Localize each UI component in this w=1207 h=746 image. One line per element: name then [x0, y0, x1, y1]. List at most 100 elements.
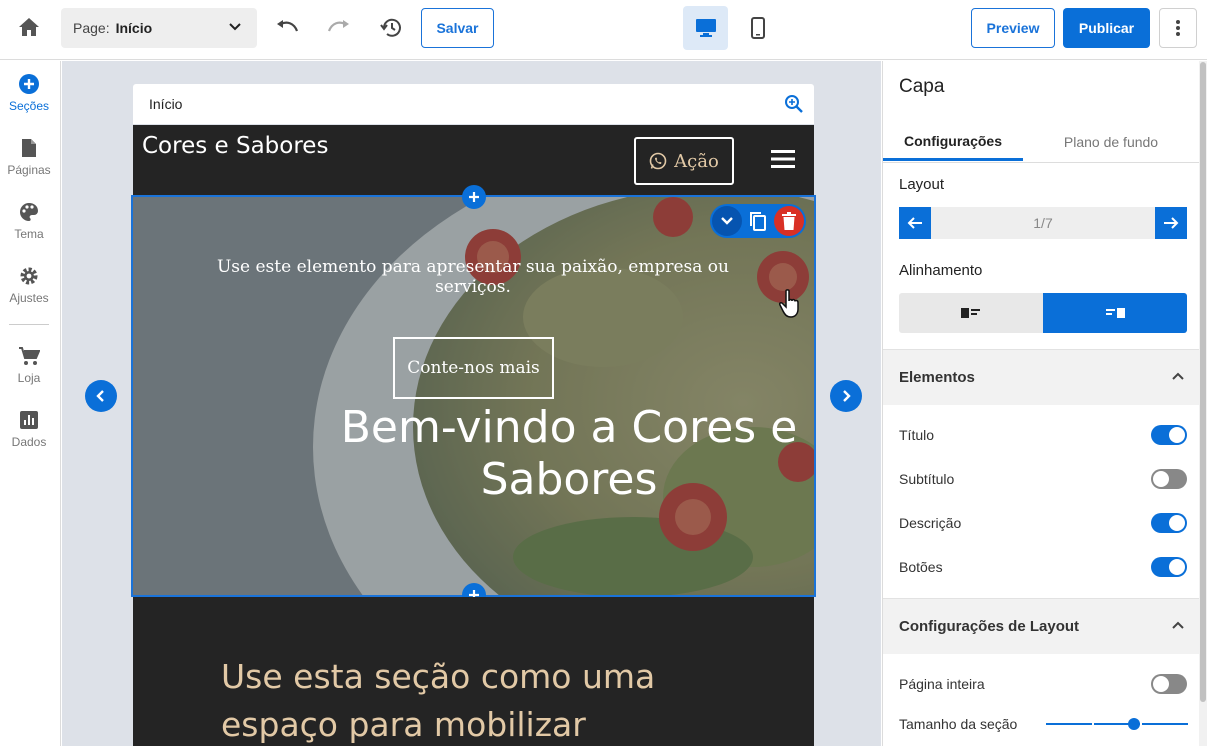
layout-switcher: 1/7 — [899, 207, 1187, 239]
action-button-label: Ação — [674, 150, 719, 172]
section-size-label: Tamanho da seção — [899, 716, 1018, 732]
element-label-titulo: Título — [899, 427, 935, 443]
left-sidebar: Seções Páginas Tema Ajustes Loja Dados — [0, 61, 61, 746]
cart-icon — [18, 343, 40, 369]
sidebar-item-label: Dados — [11, 435, 47, 449]
layout-prev-button[interactable] — [899, 207, 931, 239]
layout-settings-header: Configurações de Layout — [899, 618, 1080, 635]
toggle-subtitulo[interactable] — [1151, 469, 1187, 489]
layout-label: Layout — [899, 176, 945, 193]
tab-divider — [883, 162, 1199, 163]
panel-title: Capa — [899, 76, 945, 97]
tab-plano-de-fundo[interactable]: Plano de fundo — [1023, 123, 1199, 161]
sidebar-item-paginas[interactable]: Páginas — [0, 135, 58, 191]
next-layout-button[interactable] — [830, 380, 862, 412]
align-left-button[interactable] — [899, 293, 1043, 333]
toggle-full-page[interactable] — [1151, 674, 1187, 694]
editor-canvas: Início Cores e Sabores Ação Use este ele… — [62, 61, 881, 746]
element-label-botoes: Botões — [899, 559, 943, 575]
palette-icon — [19, 199, 39, 225]
more-vertical-icon — [1176, 20, 1180, 36]
layout-settings-accordion[interactable]: Configurações de Layout — [883, 598, 1199, 654]
zoom-icon[interactable] — [784, 94, 804, 117]
mobile-icon — [751, 17, 765, 39]
history-icon[interactable] — [375, 12, 407, 44]
page-selector-value: Início — [115, 20, 153, 36]
menu-icon[interactable] — [771, 149, 795, 174]
hero-description: Use este elemento para apresentar sua pa… — [216, 257, 729, 297]
move-down-button[interactable] — [712, 206, 742, 236]
chart-icon — [20, 407, 38, 433]
preview-page-name: Início — [149, 96, 183, 112]
page-selector[interactable]: Page: Início — [61, 8, 257, 48]
chevron-right-icon — [843, 390, 851, 402]
home-icon[interactable] — [14, 12, 44, 42]
alignment-label: Alinhamento — [899, 262, 983, 279]
layout-next-button[interactable] — [1155, 207, 1187, 239]
delete-button[interactable] — [774, 206, 804, 236]
save-button[interactable]: Salvar — [421, 8, 494, 48]
sidebar-item-label: Loja — [17, 371, 41, 385]
add-section-above-button[interactable] — [462, 185, 486, 209]
action-button[interactable]: Ação — [634, 137, 734, 185]
more-options-button[interactable] — [1159, 8, 1197, 48]
duplicate-button[interactable] — [743, 206, 773, 236]
undo-icon[interactable] — [271, 12, 303, 44]
whatsapp-icon — [649, 152, 667, 170]
sidebar-item-label: Páginas — [7, 163, 51, 177]
toggle-titulo[interactable] — [1151, 425, 1187, 445]
layout-counter: 1/7 — [1033, 215, 1053, 231]
hand-cursor-icon — [778, 289, 804, 324]
sidebar-item-ajustes[interactable]: Ajustes — [0, 263, 58, 319]
elements-accordion[interactable]: Elementos — [883, 349, 1199, 405]
sidebar-item-dados[interactable]: Dados — [0, 407, 58, 463]
section-tools — [710, 204, 806, 238]
hero-section[interactable]: Use este elemento para apresentar sua pa… — [133, 197, 814, 595]
publish-button[interactable]: Publicar — [1063, 8, 1150, 48]
desktop-view-button[interactable] — [683, 6, 728, 50]
elements-header: Elementos — [899, 369, 975, 386]
sidebar-item-secoes[interactable]: Seções — [0, 71, 58, 127]
toggle-descricao[interactable] — [1151, 513, 1187, 533]
mobile-view-button[interactable] — [742, 12, 774, 44]
sidebar-item-label: Ajustes — [9, 291, 49, 305]
page-icon — [21, 135, 37, 161]
element-label-subtitulo: Subtítulo — [899, 471, 955, 487]
gear-icon — [19, 263, 39, 289]
sidebar-item-loja[interactable]: Loja — [0, 343, 58, 399]
alignment-selector — [899, 293, 1187, 333]
settings-panel: Capa Configurações Plano de fundo Layout… — [882, 61, 1199, 746]
sidebar-item-label: Seções — [8, 99, 50, 113]
arrow-right-icon — [1164, 217, 1179, 229]
full-page-label: Página inteira — [899, 676, 985, 692]
sidebar-item-label: Tema — [14, 227, 44, 241]
preview-button[interactable]: Preview — [971, 8, 1055, 48]
text-section[interactable]: Use esta seção como uma espaço para mobi… — [133, 597, 814, 746]
redo-icon[interactable] — [323, 12, 355, 44]
toggle-botoes[interactable] — [1151, 557, 1187, 577]
panel-scrollbar-thumb[interactable] — [1200, 62, 1206, 702]
plus-circle-icon — [19, 71, 39, 97]
sidebar-item-tema[interactable]: Tema — [0, 199, 58, 255]
plus-icon — [469, 192, 479, 202]
preview-address-bar: Início — [133, 84, 814, 124]
page-selector-label: Page: — [73, 20, 110, 36]
chevron-left-icon — [96, 390, 104, 402]
align-right-button[interactable] — [1043, 293, 1187, 333]
hero-title: Bem-vindo a Cores e Sabores — [340, 402, 798, 505]
trash-icon — [782, 212, 796, 230]
align-image-left-icon — [961, 308, 980, 318]
chevron-down-icon — [227, 19, 243, 38]
previous-layout-button[interactable] — [85, 380, 117, 412]
tab-configuracoes[interactable]: Configurações — [883, 123, 1023, 161]
chevron-down-icon — [721, 217, 733, 225]
element-label-descricao: Descrição — [899, 515, 962, 531]
hero-cta-button[interactable]: Conte-nos mais — [393, 337, 554, 399]
top-toolbar: Page: Início Salvar Preview Publicar — [0, 0, 1207, 60]
sidebar-divider — [9, 324, 49, 325]
chevron-up-icon — [1171, 619, 1185, 638]
section-size-slider[interactable] — [1046, 714, 1188, 734]
slider-thumb[interactable] — [1128, 718, 1140, 730]
desktop-icon — [695, 19, 716, 37]
arrow-left-icon — [907, 217, 922, 229]
